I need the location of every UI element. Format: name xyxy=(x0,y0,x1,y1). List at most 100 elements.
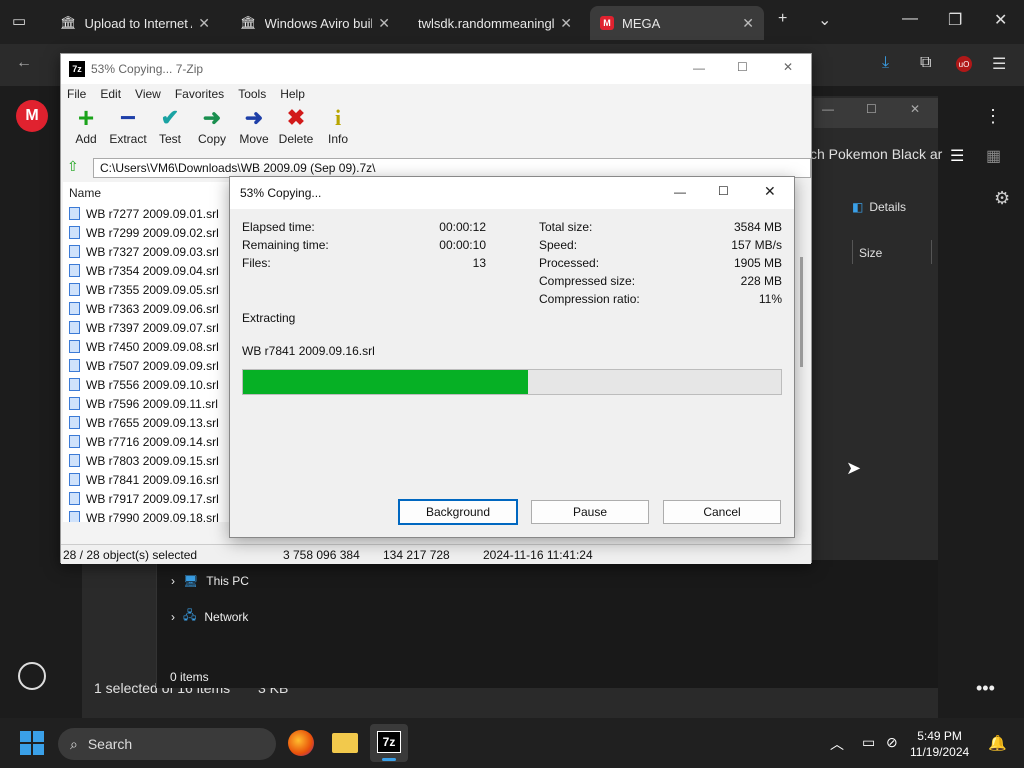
ublock-icon[interactable]: uO xyxy=(956,56,972,72)
move-button[interactable]: ➜ Move xyxy=(233,104,275,154)
chevron-down-icon[interactable]: ⌄ xyxy=(818,10,831,30)
add-button[interactable]: + Add xyxy=(65,102,107,154)
more-horizontal-icon[interactable]: ••• xyxy=(976,678,995,699)
bank-icon: 🏛 xyxy=(60,15,77,30)
file-row[interactable]: WB r7507 2009.09.09.srl xyxy=(63,356,233,375)
cancel-button[interactable]: Cancel xyxy=(663,500,781,524)
search-icon: ⌕ xyxy=(70,735,78,752)
scrollbar[interactable] xyxy=(800,257,803,367)
tab-mega[interactable]: M MEGA ✕ xyxy=(590,6,764,40)
close-icon[interactable]: ✕ xyxy=(764,183,776,200)
file-row[interactable]: WB r7841 2009.09.16.srl xyxy=(63,470,233,489)
size-column-header[interactable]: Size xyxy=(852,240,932,264)
menu-help[interactable]: Help xyxy=(280,87,305,101)
file-name: WB r7716 2009.09.14.srl xyxy=(86,434,219,449)
minimize-icon[interactable]: — xyxy=(674,185,686,199)
mega-logo[interactable]: M xyxy=(16,100,48,132)
network-off-icon[interactable]: ⊘ xyxy=(886,734,898,751)
details-button[interactable]: ◧ Details xyxy=(852,200,906,214)
taskbar-search[interactable]: ⌕ Search xyxy=(58,728,276,760)
file-row[interactable]: WB r7354 2009.09.04.srl xyxy=(63,261,233,280)
close-icon[interactable]: ✕ xyxy=(910,102,920,116)
firefox-icon[interactable] xyxy=(288,730,314,756)
tab-actions-icon[interactable]: ▭ xyxy=(12,12,26,30)
file-row[interactable]: WB r7556 2009.09.10.srl xyxy=(63,375,233,394)
gear-icon[interactable]: ⚙ xyxy=(994,188,1010,209)
file-icon xyxy=(69,473,80,486)
menu-icon[interactable]: ☰ xyxy=(992,54,1006,74)
new-tab-icon[interactable]: + xyxy=(778,10,787,28)
minimize-icon[interactable]: — xyxy=(693,61,705,75)
back-icon[interactable]: ← xyxy=(16,54,32,72)
file-row[interactable]: WB r7363 2009.09.06.srl xyxy=(63,299,233,318)
file-explorer-icon[interactable] xyxy=(332,733,358,753)
restore-icon[interactable]: ❐ xyxy=(948,10,962,30)
menu-file[interactable]: File xyxy=(67,87,86,101)
list-view-icon[interactable]: ☰ xyxy=(950,146,964,166)
test-button[interactable]: ✔ Test xyxy=(149,104,191,154)
close-icon[interactable]: ✕ xyxy=(560,15,572,32)
move-icon: ➜ xyxy=(244,105,264,130)
start-icon[interactable] xyxy=(20,731,44,755)
mega-search-field[interactable]: ch Pokemon Black ar xyxy=(810,146,942,162)
file-row[interactable]: WB r7277 2009.09.01.srl xyxy=(63,204,233,223)
pause-button[interactable]: Pause xyxy=(531,500,649,524)
up-folder-icon[interactable]: ⇧ xyxy=(67,158,79,175)
info-button[interactable]: i Info xyxy=(317,104,359,154)
taskbar-clock[interactable]: 5:49 PM 11/19/2024 xyxy=(910,728,969,760)
close-icon[interactable]: ✕ xyxy=(742,15,754,32)
transfer-manager-icon[interactable] xyxy=(18,662,46,690)
file-row[interactable]: WB r7917 2009.09.17.srl xyxy=(63,489,233,508)
minimize-icon[interactable]: — xyxy=(902,10,918,28)
menu-edit[interactable]: Edit xyxy=(100,87,121,101)
display-icon[interactable]: ▭ xyxy=(862,734,875,751)
file-list: Name WB r7277 2009.09.01.srl WB r7299 200… xyxy=(63,182,233,522)
file-row[interactable]: WB r7397 2009.09.07.srl xyxy=(63,318,233,337)
chevron-up-icon[interactable]: ︿ xyxy=(830,734,844,754)
file-row[interactable]: WB r7299 2009.09.02.srl xyxy=(63,223,233,242)
background-button[interactable]: Background xyxy=(398,499,518,525)
7zip-menu-bar: File Edit View Favorites Tools Help xyxy=(61,84,811,104)
remaining-value: 00:00:10 xyxy=(439,238,486,252)
close-icon[interactable]: ✕ xyxy=(378,15,390,32)
grid-view-icon[interactable]: ▦ xyxy=(986,146,1001,166)
delete-button[interactable]: ✖ Delete xyxy=(275,104,317,154)
close-icon[interactable]: ✕ xyxy=(783,60,793,74)
path-field[interactable]: C:\Users\VM6\Downloads\WB 2009.09 (Sep 0… xyxy=(93,158,811,178)
file-row[interactable]: WB r7803 2009.09.15.srl xyxy=(63,451,233,470)
extract-button[interactable]: − Extract xyxy=(107,102,149,154)
7zip-taskbar-button[interactable]: 7z xyxy=(370,724,408,762)
bell-icon[interactable]: 🔔 xyxy=(988,734,1007,752)
maximize-icon[interactable]: ☐ xyxy=(737,60,748,74)
restore-icon[interactable]: ☐ xyxy=(866,102,877,116)
tab-windows-aviro[interactable]: 🏛 Windows Aviro build 4( ✕ xyxy=(230,6,400,40)
file-row[interactable]: WB r7327 2009.09.03.srl xyxy=(63,242,233,261)
extensions-icon[interactable]: ⧉ xyxy=(920,54,931,72)
file-row[interactable]: WB r7655 2009.09.13.srl xyxy=(63,413,233,432)
menu-favorites[interactable]: Favorites xyxy=(175,87,224,101)
file-row[interactable]: WB r7716 2009.09.14.srl xyxy=(63,432,233,451)
elapsed-value: 00:00:12 xyxy=(439,220,486,234)
nav-network[interactable]: › 🖧 Network xyxy=(171,606,248,627)
tab-upload-internet-archive[interactable]: 🏛 Upload to Internet Arch ✕ xyxy=(50,6,220,40)
file-row[interactable]: WB r7596 2009.09.11.srl xyxy=(63,394,233,413)
close-icon[interactable]: ✕ xyxy=(198,15,210,32)
menu-view[interactable]: View xyxy=(135,87,161,101)
name-column-header[interactable]: Name xyxy=(63,182,233,204)
minimize-icon[interactable]: — xyxy=(822,102,834,116)
operation-label: Extracting xyxy=(242,311,296,325)
menu-tools[interactable]: Tools xyxy=(238,87,266,101)
maximize-icon[interactable]: ☐ xyxy=(718,184,729,198)
file-name: WB r7507 2009.09.09.srl xyxy=(86,358,219,373)
file-row[interactable]: WB r7355 2009.09.05.srl xyxy=(63,280,233,299)
explorer-status: 0 items xyxy=(170,670,209,684)
file-row[interactable]: WB r7990 2009.09.18.srl xyxy=(63,508,233,522)
tab-twlsdk[interactable]: twlsdk.randommeaningles ✕ xyxy=(408,6,582,40)
compressed-size-value: 228 MB xyxy=(740,274,782,288)
more-vertical-icon[interactable]: ⋮ xyxy=(984,106,1002,127)
close-window-icon[interactable]: ✕ xyxy=(994,10,1007,30)
nav-this-pc[interactable]: › 🖥 This PC xyxy=(171,574,249,588)
file-row[interactable]: WB r7450 2009.09.08.srl xyxy=(63,337,233,356)
copy-button[interactable]: ➜ Copy xyxy=(191,104,233,154)
download-icon[interactable]: ⤓ xyxy=(882,54,889,72)
